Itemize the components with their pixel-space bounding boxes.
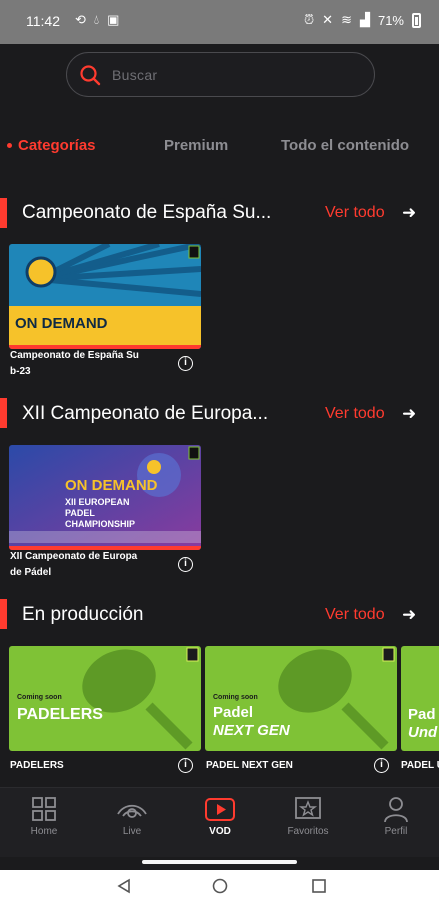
section-title: XII Campeonato de Europa... <box>22 403 269 424</box>
video-thumbnail[interactable]: Coming soon Padel NEXT GEN <box>205 646 397 751</box>
info-icon[interactable]: i <box>178 557 193 572</box>
search-placeholder: Buscar <box>112 67 158 83</box>
user-icon <box>384 797 408 823</box>
nav-home[interactable]: Home <box>0 788 88 858</box>
thumbnail-kicker: Coming soon <box>213 694 258 701</box>
status-bar: 11:42 ⟲ 💧︎ ▣ ⏰︎ ✕ ≋ ▟ 71% <box>0 0 439 44</box>
video-caption-line-1: Campeonato de España Su <box>10 350 139 361</box>
back-icon[interactable] <box>116 878 132 894</box>
grid-icon <box>32 797 56 821</box>
bottom-navigation: Home Live VOD Favoritos Perfil <box>0 787 439 857</box>
arrow-right-icon[interactable]: ➜ <box>402 203 416 223</box>
see-all-link[interactable]: Ver todo <box>325 405 385 423</box>
video-caption-line-1: PADEL NEXT GEN <box>206 760 293 771</box>
video-thumbnail[interactable]: ON DEMAND XII EUROPEAN PADEL CHAMPIONSHI… <box>9 445 201 550</box>
section-marker <box>0 198 7 228</box>
video-caption-line-1: PADELERS <box>10 760 64 771</box>
nav-vod[interactable]: VOD <box>176 788 264 858</box>
video-caption-line-1: PADEL U <box>401 760 439 771</box>
video-caption-line-1: XII Campeonato de Europa <box>10 551 138 562</box>
see-all-link[interactable]: Ver todo <box>325 606 385 624</box>
thumbnail-kicker: Coming soon <box>17 694 62 701</box>
thumbnail-banner: Pad <box>408 706 436 723</box>
nav-perfil-label: Perfil <box>384 826 408 837</box>
arrow-right-icon[interactable]: ➜ <box>402 404 416 424</box>
thumbnail-subbanner: XII EUROPEAN PADEL CHAMPIONSHIP <box>65 497 136 529</box>
video-caption-line-2: de Pádel <box>10 567 52 578</box>
wifi-icon: ≋ <box>341 12 352 27</box>
battery-icon <box>412 12 421 28</box>
thumbnail-banner: ON DEMAND <box>65 477 158 494</box>
tab-todo-el-contenido[interactable]: Todo el contenido <box>281 137 409 154</box>
active-tab-dot <box>7 143 12 148</box>
nav-live-label: Live <box>122 826 142 837</box>
image-icon: ▣ <box>107 12 120 27</box>
thumbnail-banner-2: NEXT GEN <box>213 722 290 739</box>
thumbnail-banner: ON DEMAND <box>15 315 108 332</box>
video-thumbnail[interactable]: Pad Und <box>401 646 439 751</box>
video-thumbnail[interactable]: ON DEMAND <box>9 244 201 349</box>
video-thumbnail[interactable]: Coming soon PADELERS <box>9 646 201 751</box>
search-icon <box>80 65 101 86</box>
info-icon[interactable]: i <box>178 758 193 773</box>
drop-icon: 💧︎ <box>93 12 100 27</box>
search-input[interactable]: Buscar <box>66 52 375 97</box>
play-icon <box>205 798 235 821</box>
nav-perfil[interactable]: Perfil <box>352 788 439 858</box>
system-navigation <box>0 870 439 900</box>
tab-premium[interactable]: Premium <box>164 137 228 154</box>
section-title: En producción <box>22 604 144 625</box>
mute-icon: ✕ <box>322 12 334 27</box>
battery-percent: 71% <box>377 12 404 28</box>
arrow-right-icon[interactable]: ➜ <box>402 605 416 625</box>
info-icon[interactable]: i <box>374 758 389 773</box>
nav-favoritos[interactable]: Favoritos <box>264 788 352 858</box>
info-icon[interactable]: i <box>178 356 193 371</box>
tab-categorias[interactable]: Categorías <box>18 137 96 154</box>
signal-icon: ▟ <box>359 12 370 27</box>
nav-favoritos-label: Favoritos <box>287 826 329 837</box>
category-tabs: Categorías Premium Todo el contenido <box>0 130 439 162</box>
section-marker <box>0 599 7 629</box>
thumbnail-banner: Padel <box>213 704 254 721</box>
see-all-link[interactable]: Ver todo <box>325 204 385 222</box>
alarm-icon: ⏰︎ <box>304 12 315 27</box>
video-caption-line-2: b-23 <box>10 366 31 377</box>
live-icon <box>117 804 147 818</box>
nav-live[interactable]: Live <box>88 788 176 858</box>
recents-icon[interactable] <box>311 878 327 894</box>
home-indicator[interactable] <box>142 860 297 864</box>
clock: 11:42 <box>26 13 60 29</box>
section-marker <box>0 398 7 428</box>
sync-icon: ⟲ <box>75 12 86 27</box>
nav-vod-label: VOD <box>209 826 231 837</box>
star-icon <box>295 797 321 819</box>
section-title: Campeonato de España Su... <box>22 202 272 223</box>
thumbnail-banner: PADELERS <box>17 706 103 723</box>
home-circle-icon[interactable] <box>212 878 228 894</box>
thumbnail-banner-2: Und <box>408 724 438 741</box>
nav-home-label: Home <box>30 826 58 837</box>
